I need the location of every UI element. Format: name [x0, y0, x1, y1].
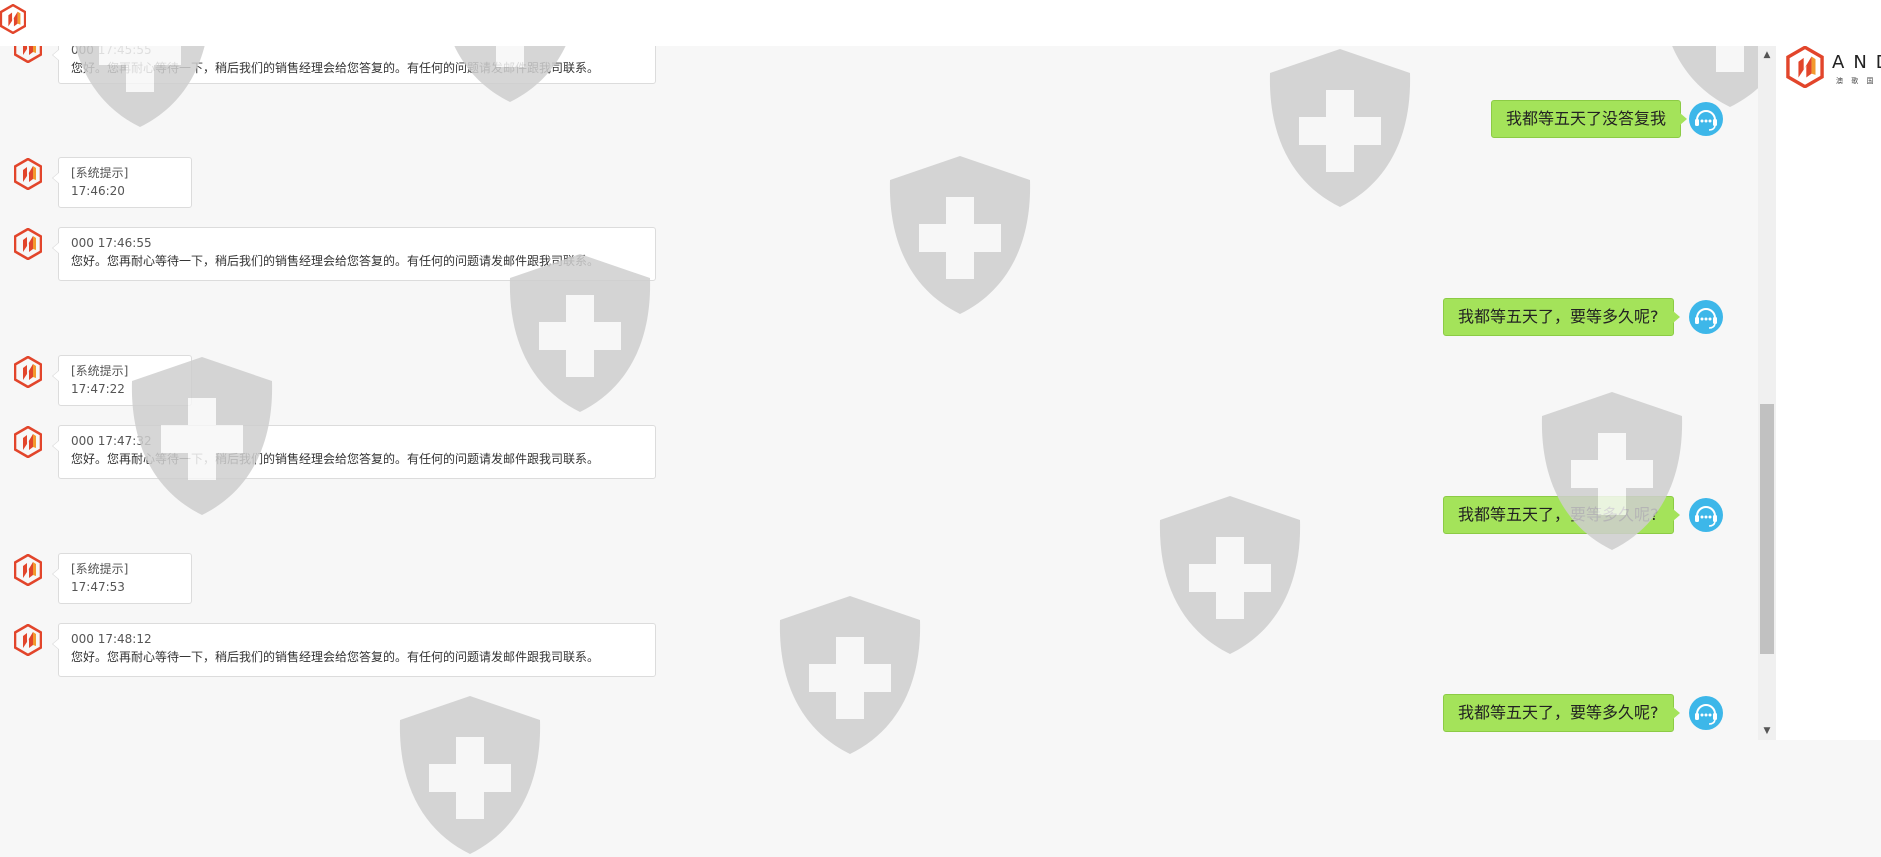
customer-service-icon — [1688, 299, 1724, 335]
chat-message-left: 000 17:47:32 您好。您再耐心等待一下，稍后我们的销售经理会给您答复的… — [52, 425, 656, 479]
brand-logo-icon — [0, 4, 26, 34]
chat-message-left: 000 17:46:55 您好。您再耐心等待一下，稍后我们的销售经理会给您答复的… — [52, 227, 656, 281]
system-notice: [系统提示] 17:47:22 — [52, 355, 192, 406]
message-header: [系统提示] 17:47:53 — [71, 562, 129, 594]
system-notice: [系统提示] 17:47:53 — [52, 553, 192, 604]
customer-service-icon — [1688, 695, 1724, 731]
chat-message-list[interactable]: 000 17:45:55 您好。您再耐心等待一下，稍后我们的销售经理会给您答复的… — [0, 46, 1758, 740]
message-header: 000 17:48:12 — [71, 632, 152, 646]
message-header: 000 17:47:32 — [71, 434, 152, 448]
chat-message-left: 000 17:48:12 您好。您再耐心等待一下，稍后我们的销售经理会给您答复的… — [52, 623, 656, 677]
customer-service-icon — [1688, 101, 1724, 137]
brand-subtitle: 澳 歌 国 — [1836, 77, 1877, 85]
brand-panel: AND 澳 歌 国 — [1776, 0, 1881, 740]
customer-service-icon — [1688, 497, 1724, 533]
agent-avatar-icon — [14, 426, 42, 458]
brand-logo-icon — [1786, 46, 1824, 88]
agent-avatar-icon — [14, 356, 42, 388]
message-body: 您好。您再耐心等待一下，稍后我们的销售经理会给您答复的。有任何的问题请发邮件跟我… — [71, 452, 600, 466]
message-header: [系统提示] 17:47:22 — [71, 364, 129, 396]
message-header: 000 17:45:55 — [71, 46, 152, 57]
chat-message-right: 我都等五天了，要等多久呢? — [1443, 496, 1679, 534]
message-body: 您好。您再耐心等待一下，稍后我们的销售经理会给您答复的。有任何的问题请发邮件跟我… — [71, 61, 600, 75]
scrollbar-thumb[interactable] — [1760, 404, 1774, 654]
message-body: 您好。您再耐心等待一下，稍后我们的销售经理会给您答复的。有任何的问题请发邮件跟我… — [71, 650, 600, 664]
scroll-up-icon[interactable]: ▲ — [1758, 46, 1776, 64]
chat-message-right: 我都等五天了没答复我 — [1491, 100, 1688, 138]
chat-message-right: 我都等五天了，要等多久呢? — [1443, 694, 1679, 732]
message-body: 您好。您再耐心等待一下，稍后我们的销售经理会给您答复的。有任何的问题请发邮件跟我… — [71, 254, 600, 268]
agent-avatar-icon — [14, 158, 42, 190]
agent-avatar-icon — [14, 228, 42, 260]
system-notice: [系统提示] 17:46:20 — [52, 157, 192, 208]
scroll-down-icon[interactable]: ▼ — [1758, 722, 1776, 740]
message-header: 000 17:46:55 — [71, 236, 152, 250]
message-header: [系统提示] 17:46:20 — [71, 166, 129, 198]
brand-name: AND — [1832, 52, 1881, 73]
agent-avatar-icon — [14, 46, 42, 63]
chat-message-left: 000 17:45:55 您好。您再耐心等待一下，稍后我们的销售经理会给您答复的… — [52, 46, 656, 84]
chat-message-right: 我都等五天了，要等多久呢? — [1443, 298, 1679, 336]
agent-avatar-icon — [14, 554, 42, 586]
top-bar — [0, 0, 1776, 46]
chat-scrollbar[interactable]: ▲ ▼ — [1758, 46, 1776, 740]
agent-avatar-icon — [14, 624, 42, 656]
